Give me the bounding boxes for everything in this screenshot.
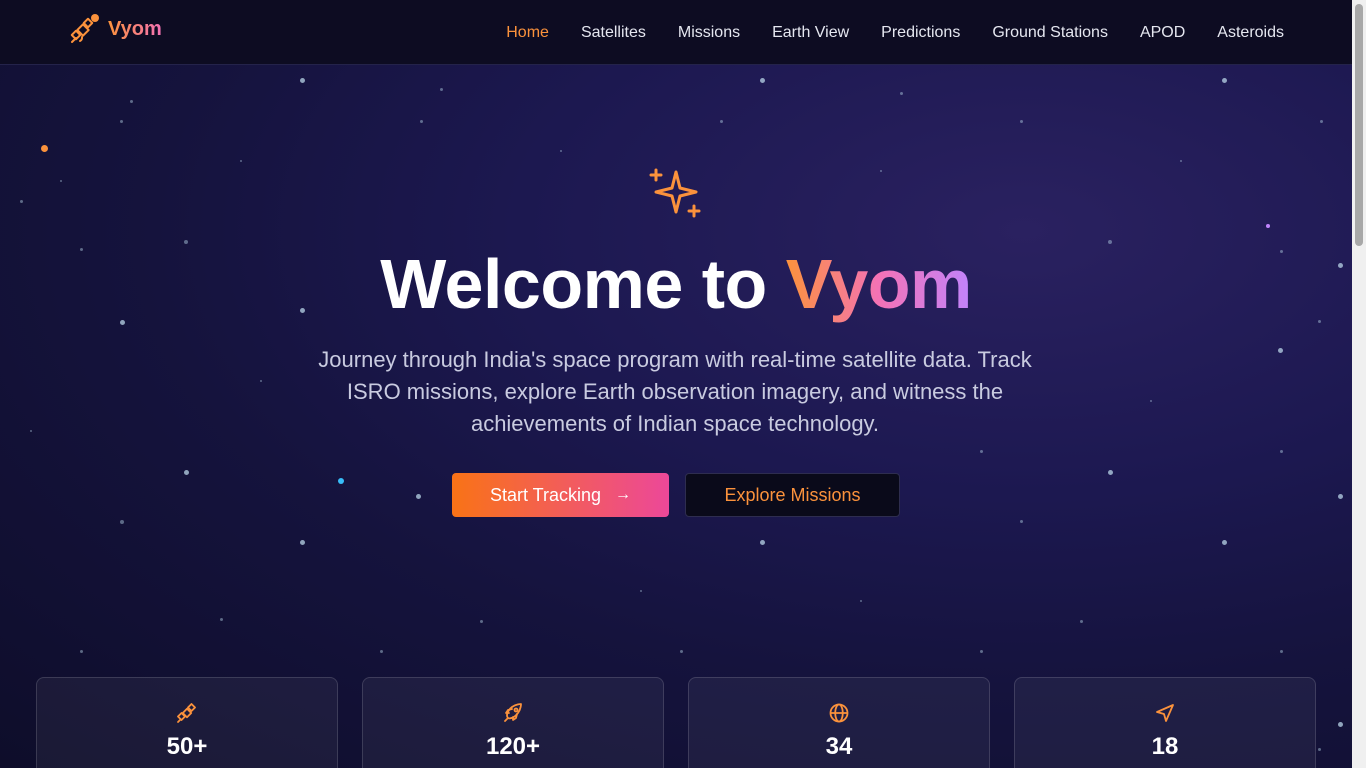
navigation-icon [1156, 704, 1174, 722]
arrow-right-icon: → [615, 486, 632, 503]
explore-missions-label: Explore Missions [724, 484, 861, 505]
star [184, 470, 189, 475]
star [1108, 470, 1113, 475]
stat-card-satellites: 50+ [36, 677, 338, 768]
star [30, 430, 33, 433]
star [260, 380, 263, 383]
brand-logo-link[interactable]: Vyom [70, 13, 162, 45]
star [980, 450, 983, 453]
nav-item-missions[interactable]: Missions [678, 24, 740, 42]
star [760, 540, 765, 545]
star [416, 494, 421, 499]
nav-item-satellites[interactable]: Satellites [581, 24, 646, 42]
brand-name: Vyom [108, 17, 162, 40]
explore-missions-button[interactable]: Explore Missions [685, 473, 900, 517]
sparkles-icon [649, 168, 701, 218]
stat-value: 50+ [166, 733, 208, 760]
nav-links: Home Satellites Missions Earth View Pred… [506, 0, 1284, 65]
globe-icon [829, 703, 849, 723]
stat-value: 18 [1151, 733, 1179, 760]
star [760, 78, 765, 83]
star [1020, 520, 1023, 523]
star [120, 520, 124, 524]
star [1320, 120, 1323, 123]
star [1280, 650, 1283, 653]
nav-item-ground-stations[interactable]: Ground Stations [992, 24, 1108, 42]
rocket-icon [504, 703, 522, 722]
star [560, 150, 563, 153]
star [380, 650, 383, 653]
satellite-icon [70, 14, 99, 43]
stat-card-globe: 34 [688, 677, 990, 768]
star [120, 120, 123, 123]
start-tracking-button[interactable]: Start Tracking → [452, 473, 669, 517]
star [860, 600, 863, 603]
star [1280, 450, 1283, 453]
star [80, 650, 83, 653]
star [1338, 722, 1343, 727]
star [1080, 620, 1083, 623]
star [300, 540, 305, 545]
star [680, 650, 683, 653]
accent-dot [40, 144, 48, 152]
nav-item-predictions[interactable]: Predictions [881, 24, 960, 42]
star [720, 120, 723, 123]
nav-item-apod[interactable]: APOD [1140, 24, 1185, 42]
satellite-icon [177, 703, 196, 723]
star [480, 620, 483, 623]
star [1150, 400, 1153, 403]
stat-value: 120+ [485, 733, 541, 760]
star [420, 120, 423, 123]
hero-title-accent: Vyom [785, 245, 973, 323]
hero-title-prefix: Welcome to [380, 245, 786, 323]
page-scrollbar[interactable] [1352, 0, 1366, 768]
star [640, 590, 643, 593]
star [1222, 540, 1227, 545]
hero-title: Welcome to Vyom [0, 244, 1352, 324]
star [1278, 348, 1283, 353]
star [60, 180, 63, 183]
nav-item-asteroids[interactable]: Asteroids [1217, 24, 1284, 42]
stat-card-navigation: 18 [1014, 677, 1316, 768]
star [300, 78, 305, 83]
stat-value: 34 [825, 733, 853, 760]
star [980, 650, 983, 653]
star [1222, 78, 1227, 83]
scrollbar-thumb[interactable] [1355, 4, 1363, 246]
start-tracking-label: Start Tracking [489, 484, 602, 505]
accent-dot [1266, 224, 1270, 228]
star [440, 88, 443, 91]
star [900, 92, 903, 95]
star [1020, 120, 1023, 123]
star [240, 160, 243, 163]
hero-subtitle: Journey through India's space program wi… [318, 347, 1032, 436]
star [1338, 494, 1343, 499]
nav-item-home[interactable]: Home [506, 24, 549, 42]
star [130, 100, 133, 103]
nav-item-earth-view[interactable]: Earth View [772, 24, 849, 42]
stat-card-missions: 120+ [362, 677, 664, 768]
star [880, 170, 883, 173]
navbar: Vyom Home Satellites Missions Earth View… [0, 0, 1352, 65]
star [1180, 160, 1183, 163]
star [20, 200, 23, 203]
star [220, 618, 223, 621]
accent-dot [338, 478, 344, 484]
star [1318, 748, 1321, 751]
